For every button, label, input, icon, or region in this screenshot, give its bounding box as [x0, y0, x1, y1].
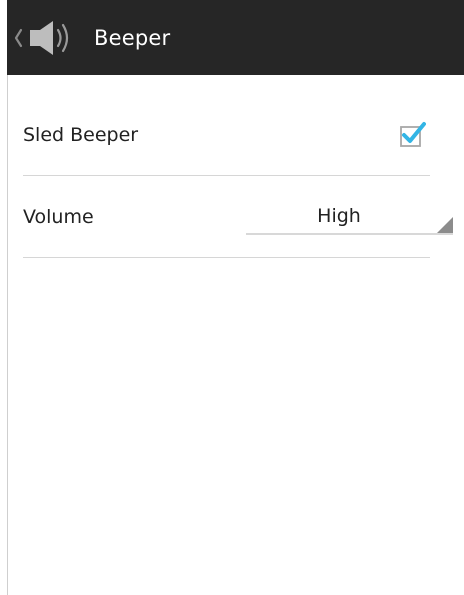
sled-beeper-checkbox[interactable]	[398, 121, 426, 149]
volume-spinner-value: High	[317, 205, 361, 227]
volume-spinner[interactable]: High	[246, 196, 456, 238]
action-bar: Beeper	[7, 0, 464, 75]
volume-spinner-underline	[246, 233, 453, 235]
left-edge-border	[7, 62, 8, 595]
spinner-triangle-icon	[437, 217, 453, 233]
volume-label: Volume	[23, 206, 94, 228]
page-title: Beeper	[94, 25, 171, 50]
screen: Beeper Sled Beeper Volume High	[0, 0, 464, 595]
divider	[23, 175, 430, 176]
sled-beeper-label: Sled Beeper	[23, 124, 139, 146]
home-up-button[interactable]	[7, 0, 84, 75]
chevron-left-icon	[14, 28, 23, 47]
sled-beeper-row[interactable]: Sled Beeper	[23, 96, 430, 174]
divider	[23, 257, 430, 258]
speaker-icon	[30, 20, 69, 55]
